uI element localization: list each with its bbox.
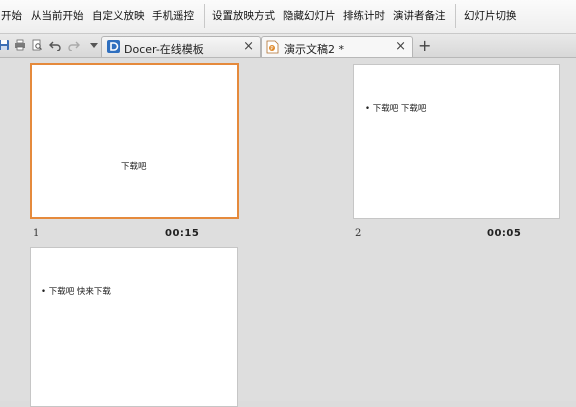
ribbon-hide-slide-button[interactable]: 隐藏幻灯片 xyxy=(283,8,336,23)
new-tab-icon[interactable]: + xyxy=(418,36,431,55)
ribbon-phone-remote-button[interactable]: 手机遥控 xyxy=(152,8,194,23)
ribbon-rehearse-timings-button[interactable]: 排练计时 xyxy=(343,8,385,23)
close-tab-icon[interactable]: × xyxy=(243,39,254,54)
slide-thumbnail-2[interactable]: • 下载吧 下载吧 xyxy=(353,64,560,219)
ribbon-start-button[interactable]: 开始 xyxy=(1,8,22,23)
ribbon-slide-transition-button[interactable]: 幻灯片切换 xyxy=(464,8,517,23)
ribbon-custom-show-button[interactable]: 自定义放映 xyxy=(92,8,145,23)
slide-timing: 00:05 xyxy=(487,228,522,239)
slide-text: • 下载吧 快来下载 xyxy=(41,287,111,297)
tab-label: Docer-在线模板 xyxy=(124,43,204,56)
close-tab-icon[interactable]: × xyxy=(395,39,406,54)
print-preview-icon[interactable] xyxy=(31,39,43,51)
slide-thumbnail-1[interactable]: 下载吧 xyxy=(30,63,239,219)
ribbon-separator xyxy=(204,4,205,28)
slide-text: 下载吧 xyxy=(121,162,147,172)
tab-presentation-2[interactable]: P 演示文稿2 * × xyxy=(261,36,413,57)
slide-number: 1 xyxy=(33,228,40,239)
print-icon[interactable] xyxy=(14,39,26,51)
undo-icon[interactable] xyxy=(49,39,61,51)
quick-access-dropdown-icon[interactable] xyxy=(88,39,100,51)
ribbon-slideshow: 开始 从当前开始 自定义放映 手机遥控 设置放映方式 隐藏幻灯片 排练计时 演讲… xyxy=(0,0,576,34)
ribbon-from-current-button[interactable]: 从当前开始 xyxy=(31,8,84,23)
svg-text:P: P xyxy=(270,46,273,52)
ribbon-setup-show-button[interactable]: 设置放映方式 xyxy=(212,8,275,23)
slide-thumbnail-3[interactable]: • 下载吧 快来下载 xyxy=(30,247,238,407)
document-tab-bar: Docer-在线模板 × P 演示文稿2 * × xyxy=(0,34,576,58)
slide-timing: 00:15 xyxy=(165,228,200,239)
presentation-file-icon: P xyxy=(266,40,279,54)
redo-icon[interactable] xyxy=(68,39,80,51)
save-icon[interactable] xyxy=(0,39,10,51)
docer-icon xyxy=(107,40,120,53)
slide-sorter-view: 下载吧 1 00:15 • 下载吧 下载吧 2 00:05 • 下载吧 快来下载 xyxy=(0,58,576,407)
ribbon-separator xyxy=(455,4,456,28)
slide-number: 2 xyxy=(355,228,362,239)
slide-text: • 下载吧 下载吧 xyxy=(365,104,427,114)
ribbon-speaker-notes-button[interactable]: 演讲者备注 xyxy=(393,8,446,23)
tab-label: 演示文稿2 * xyxy=(284,43,344,56)
tab-docer-templates[interactable]: Docer-在线模板 × xyxy=(101,36,261,57)
